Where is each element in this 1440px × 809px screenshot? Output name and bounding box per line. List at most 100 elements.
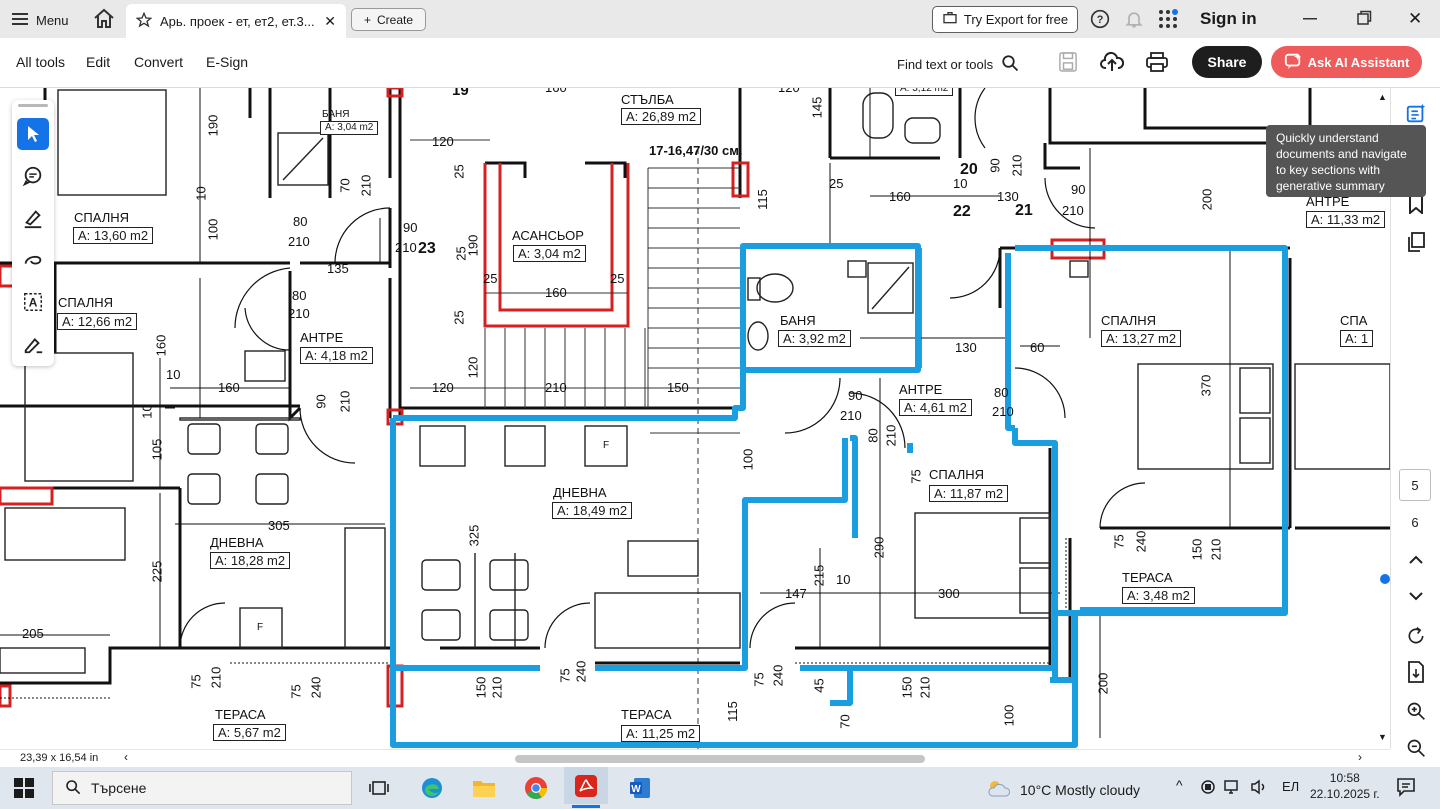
dim: 240 [1133, 530, 1149, 553]
notifications-icon[interactable] [1396, 777, 1416, 800]
weather-text: 10°C Mostly cloudy [1020, 781, 1140, 798]
menu-label: Menu [36, 12, 69, 28]
maximize-icon[interactable] [1356, 10, 1372, 29]
menu-all-tools[interactable]: All tools [16, 54, 65, 70]
room-area-entrance-2: A: 4,61 m2 [899, 399, 972, 416]
dim: 160 [545, 88, 567, 95]
clock-date: 22.10.2025 г. [1310, 787, 1380, 801]
chevron-down-icon[interactable] [1404, 584, 1428, 608]
signature-icon[interactable] [17, 328, 49, 360]
dim: 190 [465, 234, 481, 257]
dim: 120 [778, 88, 800, 95]
next-page-number[interactable]: 6 [1399, 506, 1431, 538]
chrome-icon[interactable] [520, 772, 552, 804]
room-area-entrance-1: A: 4,18 m2 [300, 347, 373, 364]
vertical-scrollbar[interactable]: ▲ ▼ [1375, 88, 1390, 749]
dim: 70 [337, 178, 353, 193]
apps-grid-icon[interactable] [1158, 9, 1178, 32]
comment-icon[interactable] [17, 160, 49, 192]
dim: 210 [1062, 203, 1084, 218]
print-icon[interactable] [1146, 52, 1168, 75]
network-icon[interactable] [1224, 779, 1242, 798]
highlighter-icon[interactable] [17, 202, 49, 234]
taskbar-search-box[interactable]: Търсене [52, 771, 352, 805]
room-name-bath-2: БАНЯ [780, 313, 816, 328]
dim: 200 [1199, 188, 1215, 211]
volume-icon[interactable] [1250, 779, 1268, 798]
dim: 115 [754, 189, 770, 210]
file-explorer-icon[interactable] [468, 772, 500, 804]
dim: 120 [465, 356, 481, 379]
export-label: Try Export for free [963, 12, 1069, 27]
room-area-stairs: A: 26,89 m2 [621, 108, 702, 125]
scroll-left-arrow-icon[interactable]: ‹ [124, 750, 128, 764]
save-icon[interactable] [1059, 52, 1077, 75]
page-extract-icon[interactable] [1404, 660, 1428, 684]
clock[interactable]: 10:58 22.10.2025 г. [1310, 770, 1380, 802]
dim: 240 [770, 664, 786, 687]
menu-e-sign[interactable]: E-Sign [206, 54, 248, 70]
home-icon[interactable] [92, 7, 116, 31]
search-placeholder: Търсене [91, 780, 147, 796]
dim: 150 [899, 676, 915, 699]
create-button[interactable]: + Create [351, 8, 426, 31]
dim: 130 [997, 189, 1019, 204]
pages-icon[interactable] [1404, 230, 1428, 254]
meet-now-icon[interactable] [1200, 779, 1216, 798]
ask-ai-assistant-button[interactable]: Ask AI Assistant [1271, 46, 1422, 78]
svg-text:W: W [631, 784, 641, 795]
input-language[interactable]: EЛ [1282, 779, 1299, 794]
menu-edit[interactable]: Edit [86, 54, 110, 70]
share-button[interactable]: Share [1192, 46, 1262, 78]
horizontal-scrollbar-thumb[interactable] [515, 755, 925, 763]
cloud-upload-icon[interactable] [1100, 51, 1125, 76]
weather-widget[interactable]: 10°C Mostly cloudy [986, 778, 1140, 801]
dim: 105 [149, 438, 165, 461]
dim: 240 [573, 660, 589, 683]
menu-button[interactable]: Menu [12, 9, 69, 31]
dim: 145 [809, 96, 825, 119]
text-box-icon[interactable]: A [17, 286, 49, 318]
rotate-icon[interactable] [1404, 624, 1428, 648]
scroll-right-arrow-icon[interactable]: › [1358, 750, 1362, 764]
help-icon[interactable]: ? [1090, 9, 1110, 32]
sign-in-button[interactable]: Sign in [1200, 9, 1257, 29]
menu-convert[interactable]: Convert [134, 54, 183, 70]
close-window-icon[interactable]: ✕ [1408, 9, 1422, 29]
word-icon[interactable]: W [624, 772, 656, 804]
fridge-label: F [603, 440, 610, 451]
dim: 25 [610, 271, 625, 286]
select-cursor-icon[interactable] [17, 118, 49, 150]
ai-summary-icon[interactable] [1404, 102, 1428, 126]
star-icon[interactable] [135, 11, 153, 31]
bell-icon[interactable] [1124, 9, 1144, 32]
zoom-in-icon[interactable] [1404, 699, 1428, 723]
find-label: Find text or tools [897, 57, 994, 72]
unit-number-19: 19 [452, 88, 469, 99]
room-area-entrance-3: A: 11,33 m2 [1306, 211, 1386, 228]
chevron-up-icon[interactable]: ^ [1176, 777, 1183, 793]
room-name-terrace-1: ТЕРАСА [215, 707, 266, 722]
dim: 150 [667, 380, 689, 395]
rail-drag-handle[interactable] [18, 104, 48, 107]
acrobat-taskbar-icon[interactable] [564, 767, 608, 808]
dim: 75 [188, 674, 204, 689]
zoom-out-icon[interactable] [1404, 736, 1428, 760]
freehand-draw-icon[interactable] [17, 244, 49, 276]
close-tab-icon[interactable]: ✕ [324, 13, 336, 30]
scroll-down-arrow-icon[interactable]: ▼ [1378, 732, 1387, 742]
windows-start-icon[interactable] [8, 772, 40, 804]
document-tab[interactable]: Арь. проек - ет, ет2, ет.3... ✕ [126, 4, 346, 38]
room-area-living-2: A: 18,49 m2 [552, 502, 633, 519]
find-text-tools[interactable]: Find text or tools [897, 54, 1019, 75]
minimize-icon[interactable] [1302, 10, 1318, 29]
chevron-up-icon[interactable] [1404, 548, 1428, 572]
scroll-up-arrow-icon[interactable]: ▲ [1378, 92, 1387, 102]
dim: 135 [327, 261, 349, 276]
try-export-button[interactable]: Try Export for free [932, 6, 1078, 33]
current-page-box[interactable]: 5 [1399, 469, 1431, 501]
dim: 210 [1009, 154, 1025, 177]
document-canvas[interactable]: СПАЛНЯ A: 13,60 m2 СПАЛНЯ A: 12,66 m2 АН… [0, 88, 1390, 749]
task-view-icon[interactable] [363, 772, 395, 804]
edge-browser-icon[interactable] [416, 772, 448, 804]
